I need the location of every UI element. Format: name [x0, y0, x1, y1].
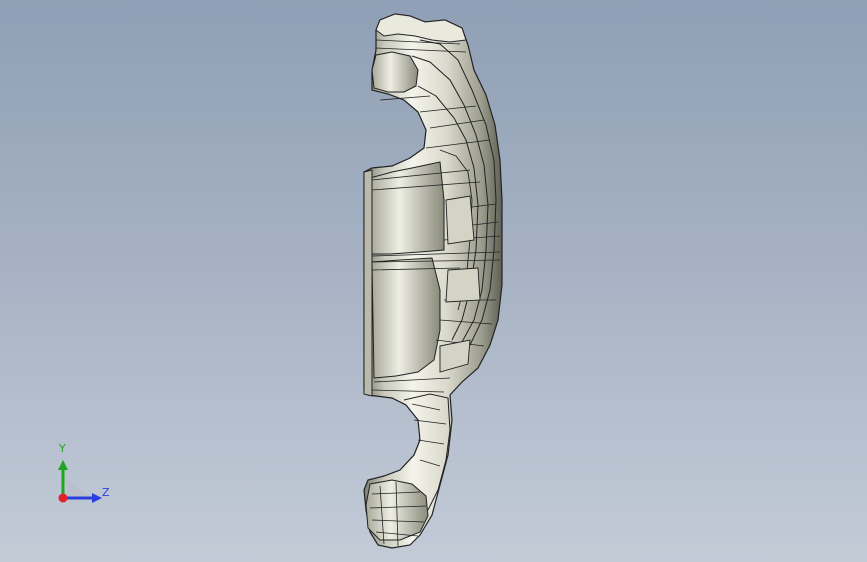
- 3d-part-model[interactable]: [0, 0, 867, 562]
- left-flange: [363, 169, 373, 397]
- upper-panel: [369, 161, 445, 255]
- orientation-triad: Y Z: [50, 440, 120, 510]
- z-axis-label: Z: [102, 486, 110, 499]
- z-axis-arrowhead: [92, 493, 102, 503]
- lower-panel: [371, 257, 441, 379]
- y-axis-label: Y: [59, 442, 66, 455]
- triad-plane: [67, 480, 90, 496]
- graphics-viewport[interactable]: Y Z: [0, 0, 867, 562]
- y-axis-arrowhead: [58, 460, 68, 470]
- top-pocket: [371, 51, 419, 93]
- x-axis-dot: [58, 493, 68, 503]
